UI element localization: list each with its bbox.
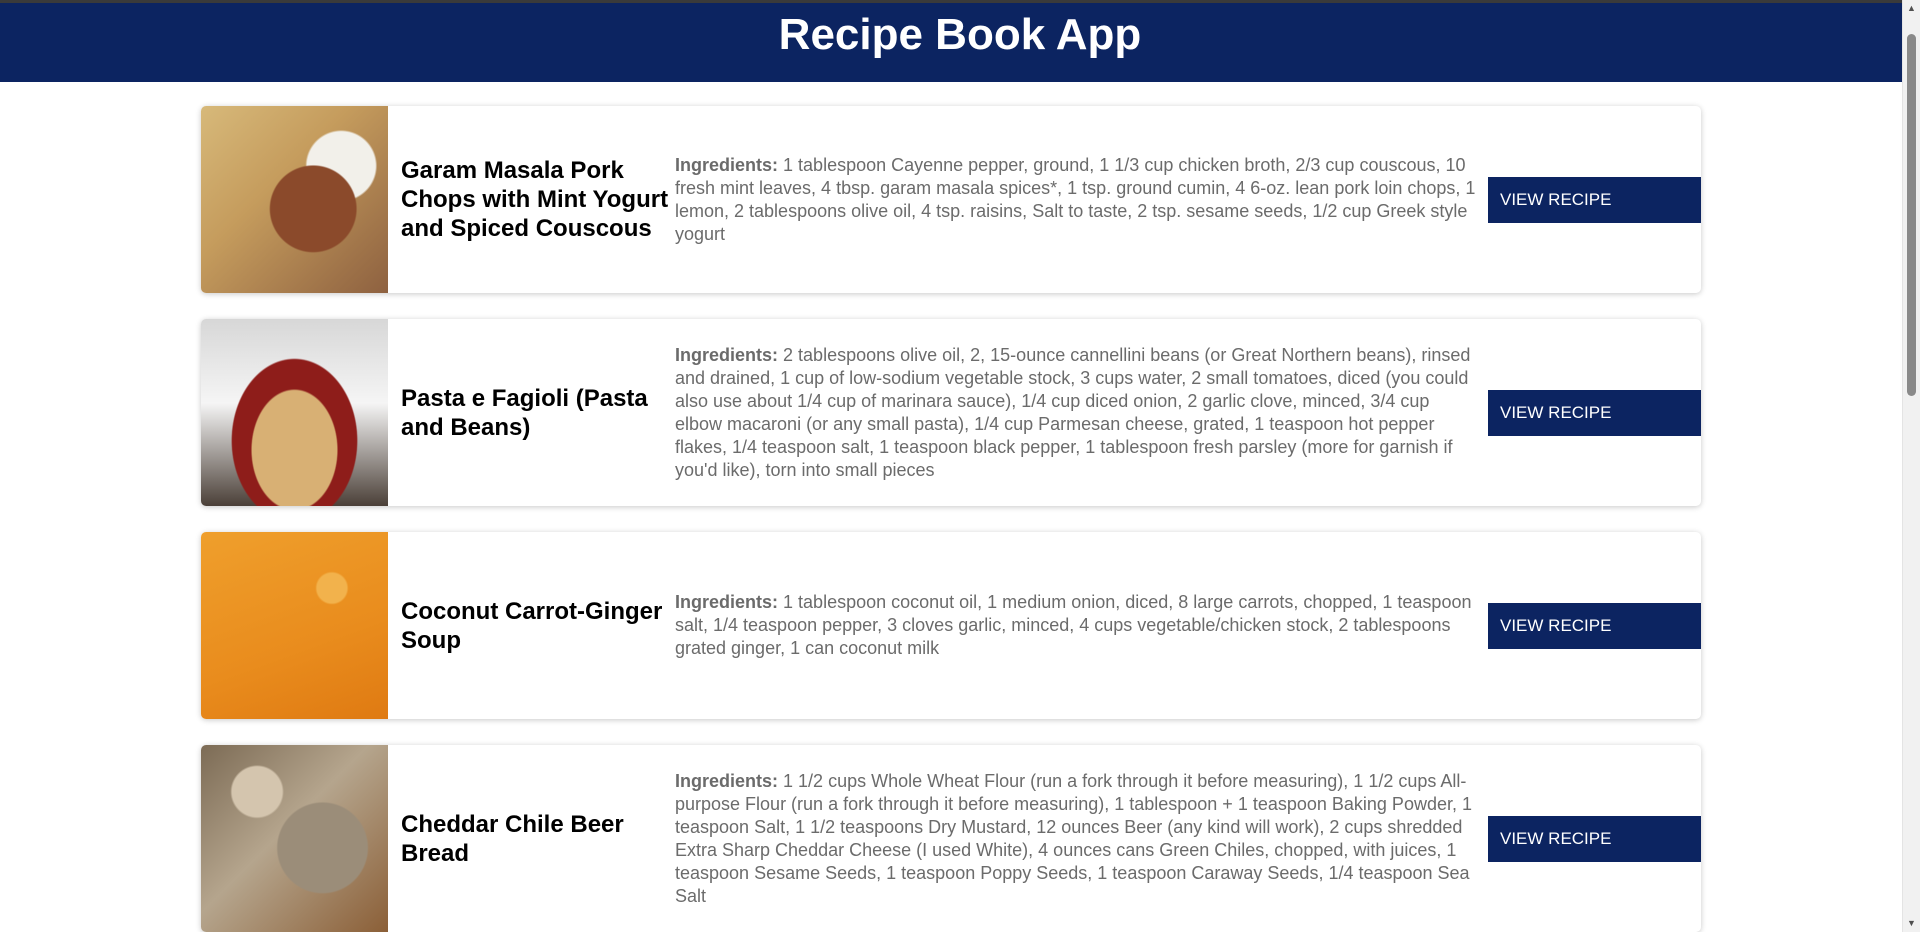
scrollbar-thumb[interactable] — [1907, 34, 1916, 396]
recipe-image — [201, 106, 388, 293]
recipe-title: Pasta e Fagioli (Pasta and Beans) — [401, 384, 648, 441]
ingredients-list: 1 tablespoon coconut oil, 1 medium onion… — [675, 592, 1472, 658]
ingredients-label: Ingredients: — [675, 344, 779, 365]
app-header: Recipe Book App — [0, 3, 1920, 82]
recipe-card: Garam Masala Pork Chops with Mint Yogurt… — [201, 106, 1701, 293]
scroll-down-icon[interactable]: ▼ — [1903, 915, 1920, 932]
page-title: Recipe Book App — [778, 10, 1142, 59]
recipe-card: Pasta e Fagioli (Pasta and Beans) Ingred… — [201, 319, 1701, 506]
view-recipe-button[interactable]: VIEW RECIPE — [1488, 815, 1701, 862]
recipe-image — [201, 319, 388, 506]
recipe-title: Garam Masala Pork Chops with Mint Yogurt… — [401, 157, 669, 242]
view-recipe-button[interactable]: VIEW RECIPE — [1488, 602, 1701, 649]
ingredients-text: Ingredients: 1 tablespoon Cayenne pepper… — [675, 154, 1480, 246]
recipe-card: Cheddar Chile Beer Bread Ingredients: 1 … — [201, 745, 1701, 932]
view-recipe-button[interactable]: VIEW RECIPE — [1488, 176, 1701, 223]
recipe-list: Garam Masala Pork Chops with Mint Yogurt… — [201, 106, 1701, 932]
ingredients-text: Ingredients: 2 tablespoons olive oil, 2,… — [675, 344, 1480, 482]
ingredients-label: Ingredients: — [675, 154, 779, 175]
recipe-title: Cheddar Chile Beer Bread — [401, 810, 624, 867]
ingredients-label: Ingredients: — [675, 592, 779, 612]
recipe-title: Coconut Carrot-Ginger Soup — [401, 597, 663, 654]
ingredients-list: 1 tablespoon Cayenne pepper, ground, 1 1… — [675, 154, 1476, 244]
ingredients-list: 1 1/2 cups Whole Wheat Flour (run a fork… — [675, 770, 1472, 906]
recipe-image — [201, 745, 388, 932]
recipe-image — [201, 532, 388, 719]
vertical-scrollbar[interactable]: ▲ ▼ — [1902, 0, 1920, 932]
ingredients-list: 2 tablespoons olive oil, 2, 15-ounce can… — [675, 344, 1471, 480]
ingredients-label: Ingredients: — [675, 770, 779, 791]
view-recipe-button[interactable]: VIEW RECIPE — [1488, 389, 1701, 436]
ingredients-text: Ingredients: 1 tablespoon coconut oil, 1… — [675, 591, 1480, 660]
app-page: Recipe Book App Garam Masala Pork Chops … — [0, 0, 1920, 932]
recipe-card: Coconut Carrot-Ginger Soup Ingredients: … — [201, 532, 1701, 719]
scroll-up-icon[interactable]: ▲ — [1903, 0, 1920, 17]
ingredients-text: Ingredients: 1 1/2 cups Whole Wheat Flou… — [675, 770, 1480, 908]
